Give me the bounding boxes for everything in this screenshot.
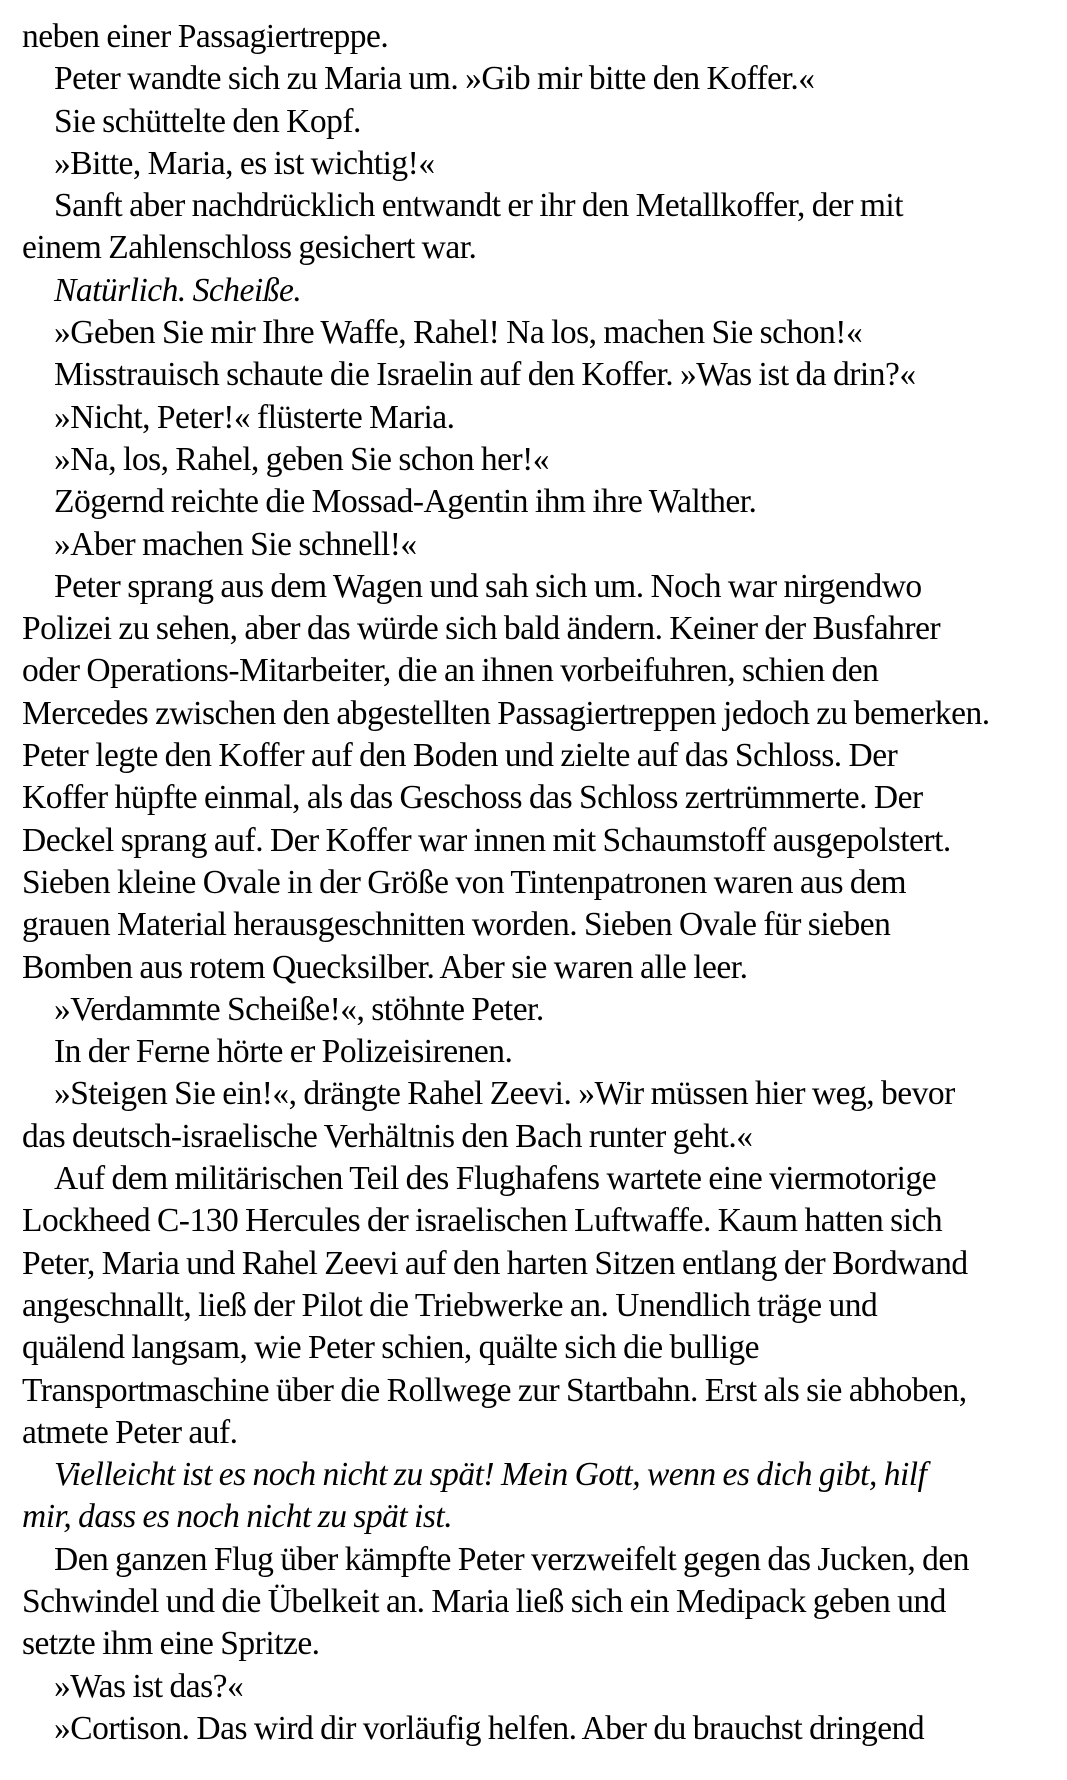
text-line: Natürlich. Scheiße. [54, 271, 302, 309]
text-line: grauen Material herausgeschnitten worden… [22, 906, 891, 944]
text-line: Bomben aus rotem Quecksilber. Aber sie w… [22, 948, 748, 986]
text-line: einem Zahlenschloss gesichert war. [22, 229, 477, 267]
text-line: setzte ihm eine Spritze. [22, 1625, 320, 1663]
text-line: »Na, los, Rahel, geben Sie schon her!« [54, 440, 550, 478]
text-line: Peter wandte sich zu Maria um. »Gib mir … [54, 60, 815, 98]
book-page-text: neben einer Passagiertreppe. Peter wandt… [22, 16, 1052, 1750]
text-line: »Cortison. Das wird dir vorläufig helfen… [54, 1709, 925, 1747]
text-line: Auf dem militärischen Teil des Flughafen… [54, 1160, 937, 1198]
text-line: »Nicht, Peter!« flüsterte Maria. [54, 398, 455, 436]
text-line: das deutsch-israelische Verhältnis den B… [22, 1117, 753, 1155]
text-line: »Was ist das?« [54, 1667, 244, 1705]
text-line: atmete Peter auf. [22, 1413, 238, 1451]
text-line: In der Ferne hörte er Polizeisirenen. [54, 1033, 513, 1071]
text-line: Vielleicht ist es noch nicht zu spät! Me… [54, 1456, 927, 1494]
text-line: Peter legte den Koffer auf den Boden und… [22, 737, 898, 775]
text-line: Sanft aber nachdrücklich entwandt er ihr… [54, 187, 904, 225]
text-line: »Verdammte Scheiße!«, stöhnte Peter. [54, 990, 544, 1028]
text-line: Den ganzen Flug über kämpfte Peter verzw… [54, 1540, 970, 1578]
text-line: »Aber machen Sie schnell!« [54, 525, 417, 563]
text-line: quälend langsam, wie Peter schien, quält… [22, 1329, 760, 1367]
text-line: Peter, Maria und Rahel Zeevi auf den har… [22, 1244, 968, 1282]
text-line: »Geben Sie mir Ihre Waffe, Rahel! Na los… [54, 314, 863, 352]
text-line: Sie schüttelte den Kopf. [54, 102, 361, 140]
text-line: Transportmaschine über die Rollwege zur … [22, 1371, 967, 1409]
text-line: »Bitte, Maria, es ist wichtig!« [54, 144, 435, 182]
text-line: Polizei zu sehen, aber das würde sich ba… [22, 610, 941, 648]
text-line: Deckel sprang auf. Der Koffer war innen … [22, 821, 951, 859]
text-line: »Steigen Sie ein!«, drängte Rahel Zeevi.… [54, 1075, 955, 1113]
text-line: neben einer Passagiertreppe. [22, 18, 389, 55]
text-line: Koffer hüpfte einmal, als das Geschoss d… [22, 779, 923, 817]
text-line: Sieben kleine Ovale in der Größe von Tin… [22, 863, 907, 901]
text-line: Peter sprang aus dem Wagen und sah sich … [54, 567, 922, 605]
text-line: Zögernd reichte die Mossad-Agentin ihm i… [54, 483, 757, 521]
text-line: Misstrauisch schaute die Israelin auf de… [54, 356, 916, 394]
text-line: mir, dass es noch nicht zu spät ist. [22, 1498, 453, 1536]
text-line: Schwindel und die Übelkeit an. Maria lie… [22, 1582, 946, 1620]
text-line: oder Operations-Mitarbeiter, die an ihne… [22, 652, 879, 690]
text-line: Mercedes zwischen den abgestellten Passa… [22, 694, 990, 732]
text-line: Lockheed C-130 Hercules der israelischen… [22, 1202, 943, 1240]
text-line: angeschnallt, ließ der Pilot die Triebwe… [22, 1286, 878, 1324]
